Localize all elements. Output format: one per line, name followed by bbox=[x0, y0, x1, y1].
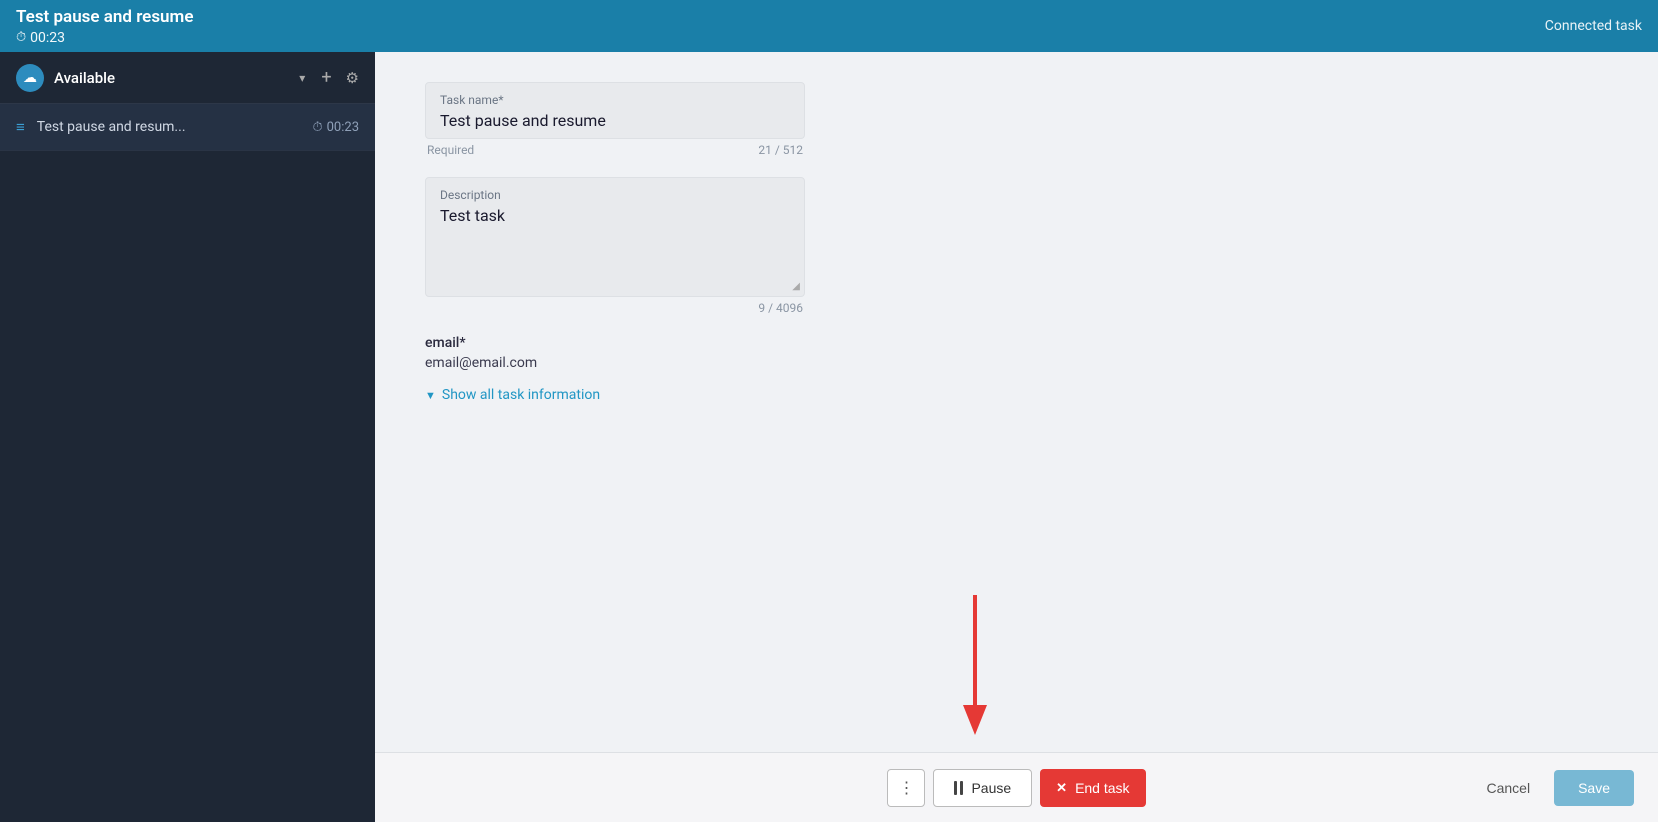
task-name-count: 21 / 512 bbox=[758, 143, 803, 157]
sidebar-task-name: Test pause and resum... bbox=[37, 119, 313, 135]
sidebar: ☁ Available ▾ + ⚙ ≡ Test pause and resum… bbox=[0, 52, 375, 822]
email-value: email@email.com bbox=[425, 355, 1608, 371]
end-task-x-icon: ✕ bbox=[1056, 780, 1067, 796]
cloud-icon: ☁ bbox=[16, 64, 44, 92]
resize-handle-icon: ◢ bbox=[792, 281, 800, 292]
task-name-box[interactable]: Task name* Test pause and resume bbox=[425, 82, 805, 139]
add-task-button[interactable]: + bbox=[321, 67, 331, 88]
show-all-label: Show all task information bbox=[442, 387, 600, 403]
pause-button[interactable]: Pause bbox=[933, 769, 1032, 807]
description-value: Test task bbox=[440, 206, 790, 225]
main-layout: ☁ Available ▾ + ⚙ ≡ Test pause and resum… bbox=[0, 52, 1658, 822]
description-box[interactable]: Description Test task ◢ bbox=[425, 177, 805, 297]
content-scroll: Task name* Test pause and resume Require… bbox=[375, 52, 1658, 752]
bottom-action-bar: ⋮ Pause ✕ End task Cancel Save bbox=[375, 752, 1658, 822]
pause-icon bbox=[954, 781, 963, 795]
task-timer-icon: ⏱ bbox=[312, 120, 322, 135]
sidebar-task-item[interactable]: ≡ Test pause and resum... ⏱ 00:23 bbox=[0, 104, 375, 151]
cancel-button[interactable]: Cancel bbox=[1474, 772, 1542, 804]
chevron-down-icon: ▼ bbox=[425, 389, 436, 402]
timer-icon: ⏱ bbox=[16, 30, 26, 45]
settings-icon[interactable]: ⚙ bbox=[346, 69, 359, 87]
sidebar-header: ☁ Available ▾ + ⚙ bbox=[0, 52, 375, 104]
task-name-meta: Required 21 / 512 bbox=[425, 143, 805, 157]
task-name-label: Task name* bbox=[440, 93, 790, 107]
show-all-task-info-link[interactable]: ▼ Show all task information bbox=[425, 387, 1608, 403]
pause-label: Pause bbox=[971, 780, 1011, 796]
connected-task-label: Connected task bbox=[1545, 18, 1642, 34]
content-area: Task name* Test pause and resume Require… bbox=[375, 52, 1658, 822]
chevron-down-icon[interactable]: ▾ bbox=[299, 71, 305, 85]
save-button[interactable]: Save bbox=[1554, 770, 1634, 806]
header-title: Test pause and resume bbox=[16, 7, 193, 27]
task-name-value: Test pause and resume bbox=[440, 111, 790, 130]
description-count: 9 / 4096 bbox=[758, 301, 803, 315]
header-timer: ⏱ 00:23 bbox=[16, 30, 193, 46]
sidebar-status: Available bbox=[54, 69, 299, 87]
header-left: Test pause and resume ⏱ 00:23 bbox=[16, 7, 193, 46]
description-field: Description Test task ◢ 9 / 4096 bbox=[425, 177, 1608, 315]
task-name-required: Required bbox=[427, 143, 474, 157]
bottom-bar-right: Cancel Save bbox=[1146, 770, 1634, 806]
more-icon: ⋮ bbox=[898, 778, 914, 798]
end-task-button[interactable]: ✕ End task bbox=[1040, 769, 1145, 807]
header-timer-value: 00:23 bbox=[30, 30, 65, 46]
sidebar-task-timer: ⏱ 00:23 bbox=[312, 120, 359, 135]
more-options-button[interactable]: ⋮ bbox=[887, 769, 925, 807]
task-document-icon: ≡ bbox=[16, 118, 25, 136]
task-name-field: Task name* Test pause and resume Require… bbox=[425, 82, 1608, 157]
description-meta: 9 / 4096 bbox=[425, 301, 805, 315]
task-timer-value: 00:23 bbox=[327, 120, 359, 135]
top-header: Test pause and resume ⏱ 00:23 Connected … bbox=[0, 0, 1658, 52]
email-section: email* email@email.com bbox=[425, 335, 1608, 371]
end-task-label: End task bbox=[1075, 780, 1129, 796]
bottom-bar-center: ⋮ Pause ✕ End task bbox=[887, 769, 1145, 807]
description-label: Description bbox=[440, 188, 790, 202]
email-label: email* bbox=[425, 335, 1608, 351]
